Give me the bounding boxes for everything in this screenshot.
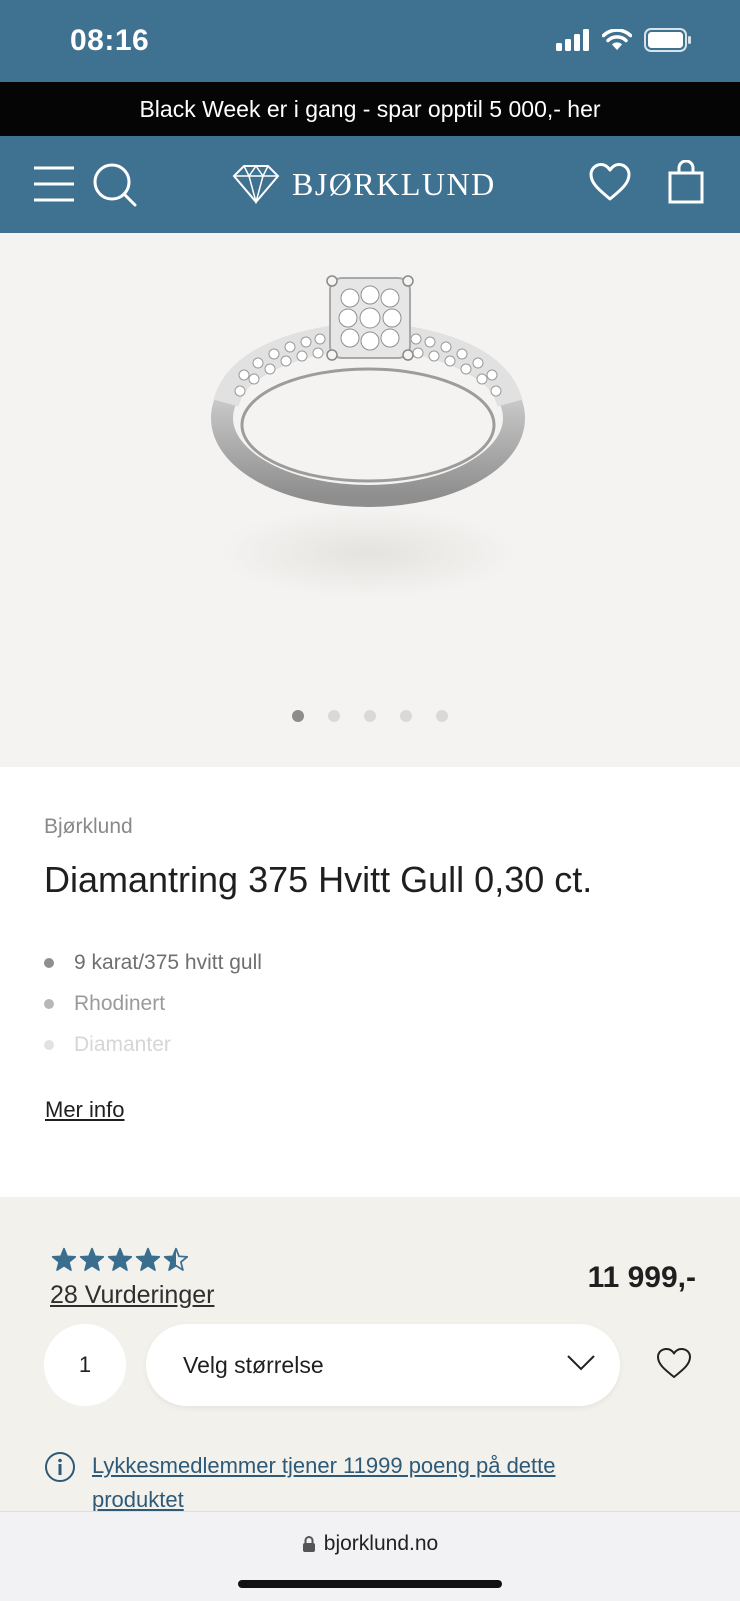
url-display[interactable]: bjorklund.no [0,1532,740,1556]
feature-text: 9 karat/375 hvitt gull [74,950,262,974]
chevron-down-icon [567,1355,595,1371]
price: 11 999,- [587,1261,696,1294]
product-info: Bjørklund Diamantring 375 Hvitt Gull 0,3… [0,767,740,1197]
loyalty-link[interactable]: Lykkesmedlemmer tjener 11999 poeng på de… [92,1449,612,1517]
info-icon [45,1452,75,1482]
gallery-dot[interactable] [436,710,448,722]
product-brand[interactable]: Bjørklund [44,815,133,839]
feature-text: Diamanter [74,1032,171,1056]
menu-icon[interactable] [32,164,76,204]
logo-text: BJØRKLUND [292,165,496,202]
wishlist-heart-icon[interactable] [656,1347,692,1379]
signal-icon [556,29,589,51]
feature-list: 9 karat/375 hvitt gull Rhodinert Diamant… [44,942,262,1065]
gallery-dot[interactable] [400,710,412,722]
product-title: Diamantring 375 Hvitt Gull 0,30 ct. [44,859,593,900]
loyalty-info: Lykkesmedlemmer tjener 11999 poeng på de… [44,1449,612,1517]
feature-item: Rhodinert [44,983,262,1024]
star-icon [163,1247,189,1271]
search-icon[interactable] [92,162,138,208]
product-image[interactable] [200,253,540,633]
product-gallery[interactable] [0,233,740,767]
star-icon [107,1247,133,1271]
quantity-value[interactable]: 1 [79,1352,91,1378]
star-icon [51,1247,77,1271]
promo-text[interactable]: Black Week er i gang - spar opptil 5 000… [139,96,600,123]
purchase-panel: 28 Vurderinger 11 999,- 1 Velg størrelse… [0,1197,740,1512]
heart-icon[interactable] [588,162,632,202]
gallery-pagination [0,710,740,722]
wifi-icon [602,29,632,50]
diamond-logo-icon [232,164,280,204]
gallery-dot[interactable] [292,710,304,722]
browser-address-bar[interactable]: bjorklund.no [0,1511,740,1601]
size-select-label[interactable]: Velg størrelse [183,1352,324,1379]
url-text: bjorklund.no [323,1532,439,1555]
gallery-dot[interactable] [364,710,376,722]
bullet [44,957,54,968]
site-header: BJØRKLUND [0,136,740,233]
feature-item: Diamanter [44,1024,262,1065]
home-indicator[interactable] [238,1580,502,1588]
feature-text: Rhodinert [74,991,166,1015]
more-info-link[interactable]: Mer info [45,1097,124,1123]
status-icons [556,28,692,52]
feature-item: 9 karat/375 hvitt gull [44,942,262,983]
rating-stars[interactable] [51,1247,189,1273]
bullet [44,1039,54,1050]
star-icon [79,1247,105,1271]
gallery-dot[interactable] [328,710,340,722]
size-select[interactable]: Velg størrelse [146,1324,620,1406]
reviews-link[interactable]: 28 Vurderinger [50,1281,214,1310]
status-time: 08:16 [70,24,150,57]
quantity-field[interactable]: 1 [44,1324,126,1406]
status-bar: 08:16 [0,0,740,82]
bag-icon[interactable] [668,160,704,204]
star-icon [135,1247,161,1271]
lock-icon [302,1536,315,1552]
promo-banner[interactable]: Black Week er i gang - spar opptil 5 000… [0,82,740,136]
battery-icon [644,28,691,52]
logo[interactable]: BJØRKLUND [232,164,496,204]
bullet [44,998,54,1009]
